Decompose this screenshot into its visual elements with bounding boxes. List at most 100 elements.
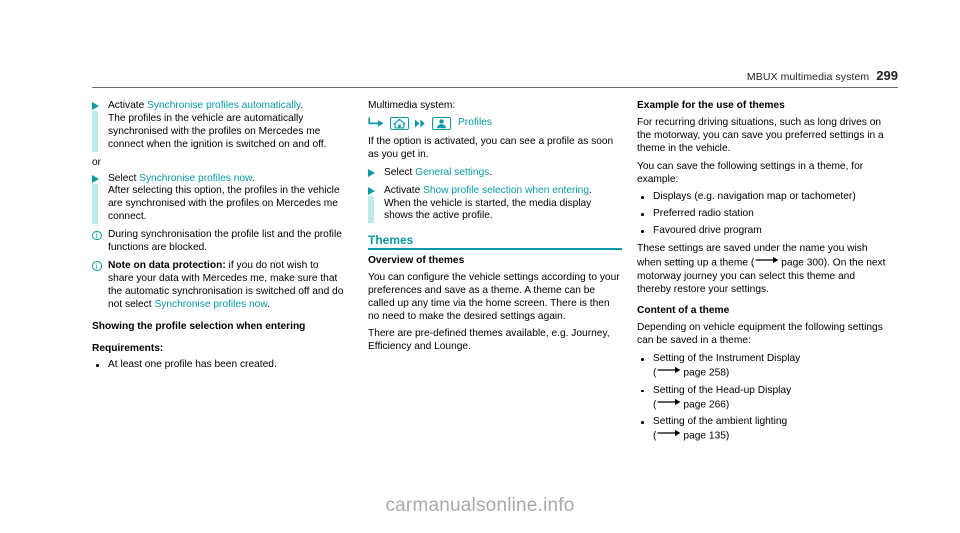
- step-activate-show-profile-selection: Activate Show profile selection when ent…: [368, 185, 622, 224]
- step-text: Activate Show profile selection when ent…: [384, 185, 622, 224]
- heading-showing-profile-selection: Showing the profile selection when enter…: [92, 320, 306, 332]
- bullet-icon: [641, 421, 644, 424]
- heading-requirements: Requirements:: [92, 342, 164, 354]
- step-lead: Select: [108, 172, 140, 184]
- bullet-icon: [641, 213, 644, 216]
- list-item-page-ref[interactable]: page 266: [683, 399, 726, 410]
- content-intro-text: Depending on vehicle equipment the follo…: [637, 322, 883, 347]
- predefined-themes-text: There are pre-defined themes available, …: [368, 328, 610, 353]
- note-body-after: .: [267, 298, 270, 310]
- multimedia-system-label: Multimedia system:: [368, 100, 456, 111]
- save-intro-text: You can save the following settings in a…: [637, 160, 864, 185]
- step-body: When the vehicle is started, the media d…: [384, 197, 592, 222]
- page-body: Activate Synchronise profiles automatica…: [92, 100, 902, 500]
- list-item-label: Setting of the ambient lighting: [653, 416, 788, 428]
- cross-reference-arrow-icon: [657, 429, 681, 442]
- header-line: MBUX multimedia system 299: [92, 68, 898, 83]
- menu-option-show-profile-selection[interactable]: Show profile selection when entering: [423, 185, 589, 196]
- action-triangle-icon: [92, 102, 99, 110]
- cross-reference-arrow-icon: [755, 256, 779, 269]
- step-lead-punct: .: [300, 100, 304, 111]
- list-item-page-ref[interactable]: page 135: [683, 431, 726, 442]
- step-lead: Activate: [384, 184, 424, 196]
- saveable-settings-list: Displays (e.g. navigation map or tachome…: [637, 191, 891, 238]
- step-select-sync-now: Select Synchronise profiles now. After se…: [92, 173, 346, 225]
- action-triangle-icon: [368, 186, 375, 195]
- step-select-general-settings: Select General settings.: [368, 167, 622, 180]
- home-icon: [390, 116, 409, 130]
- column-right: Example for the use of themes For recurr…: [637, 100, 891, 449]
- note-text: Note on data protection: if you do not w…: [108, 260, 343, 310]
- list-item-label: At least one profile has been created.: [108, 359, 277, 371]
- list-item-page-ref[interactable]: page 258: [683, 368, 726, 379]
- heading-overview-of-themes: Overview of themes: [368, 254, 465, 266]
- step-accent-bar: [92, 183, 98, 225]
- list-item: Setting of the ambient lighting(page 135…: [637, 416, 891, 443]
- section-heading-themes: Themes: [368, 233, 414, 248]
- action-triangle-icon: [92, 174, 99, 183]
- action-triangle-icon: [368, 168, 375, 177]
- saved-page-ref[interactable]: page 300: [781, 258, 824, 269]
- step-lead-punct: .: [589, 184, 592, 196]
- menu-option-synchronise-now[interactable]: Synchronise profiles now: [154, 299, 267, 310]
- info-icon: [92, 230, 102, 241]
- person-icon: [432, 116, 451, 130]
- list-item-label: Setting of the Head-up Display: [653, 384, 792, 396]
- step-accent-bar: [92, 111, 98, 152]
- example-body-text: For recurring driving situations, such a…: [637, 116, 884, 154]
- heading-example-use-of-themes: Example for the use of themes: [637, 100, 785, 111]
- page-number: 299: [876, 68, 898, 83]
- info-icon: [92, 261, 102, 271]
- overview-body-text: You can configure the vehicle settings a…: [368, 271, 620, 322]
- cross-reference-arrow-icon: [657, 366, 681, 379]
- cross-reference-arrow-icon: [657, 398, 681, 411]
- bullet-icon: [641, 389, 644, 393]
- heading-content-of-a-theme: Content of a theme: [637, 305, 730, 317]
- list-item: Displays (e.g. navigation map or tachome…: [637, 191, 891, 204]
- note-data-protection: Note on data protection: if you do not w…: [92, 260, 346, 312]
- menu-path: Profiles: [368, 116, 622, 131]
- section-divider: [368, 248, 622, 250]
- profile-intro-text: If the option is activated, you can see …: [368, 135, 614, 160]
- list-item: Favoured drive program: [637, 225, 891, 238]
- list-item-label: Displays (e.g. navigation map or tachome…: [653, 191, 856, 203]
- theme-content-list: Setting of the Instrument Display(page 2…: [637, 353, 891, 443]
- step-text: Select Synchronise profiles now. After se…: [108, 173, 346, 225]
- bullet-icon: [641, 230, 644, 233]
- step-lead: Select: [384, 166, 416, 178]
- double-chevron-icon: [414, 118, 427, 129]
- header-divider: [92, 87, 898, 88]
- menu-option-synchronise-auto[interactable]: Synchronise profiles automatically: [147, 100, 300, 111]
- page-header: MBUX multimedia system 299: [92, 68, 898, 83]
- requirements-list: At least one profile has been created.: [92, 359, 346, 372]
- step-lead-punct: .: [251, 172, 255, 184]
- bullet-icon: [96, 364, 99, 367]
- watermark: carmanualsonline.info: [385, 495, 575, 516]
- step-activate-auto-sync: Activate Synchronise profiles automatica…: [92, 100, 346, 152]
- note-bold-lead: Note on data protection:: [108, 259, 226, 271]
- menu-option-synchronise-now[interactable]: Synchronise profiles now: [139, 173, 252, 184]
- themes-section: Themes Overview of themes You can config…: [368, 233, 622, 354]
- note-synchronisation: During synchronisation the profile list …: [92, 229, 346, 255]
- step-body: The profiles in the vehicle are automati…: [108, 112, 327, 150]
- list-item: Preferred radio station: [637, 208, 891, 221]
- bullet-icon: [641, 358, 644, 361]
- list-item: Setting of the Instrument Display(page 2…: [637, 353, 891, 380]
- step-lead-punct: .: [489, 166, 493, 178]
- step-text: Activate Synchronise profiles automatica…: [108, 100, 346, 152]
- step-body: After selecting this option, the profile…: [108, 185, 340, 223]
- note-text: During synchronisation the profile list …: [108, 229, 342, 254]
- hooked-arrow-icon: [368, 117, 385, 129]
- step-text: Select General settings.: [384, 167, 622, 180]
- list-item: Setting of the Head-up Display(page 266): [637, 385, 891, 412]
- list-item-label: Favoured drive program: [653, 225, 762, 237]
- step-accent-bar: [368, 195, 374, 224]
- list-item-label: Setting of the Instrument Display: [653, 353, 801, 365]
- or-label: or: [92, 156, 102, 168]
- saved-under-name-text: These settings are saved under the name …: [637, 243, 891, 296]
- list-item-label: Preferred radio station: [653, 208, 754, 220]
- page-title: MBUX multimedia system: [746, 71, 870, 83]
- menu-option-general-settings[interactable]: General settings: [415, 167, 489, 178]
- menu-path-label[interactable]: Profiles: [458, 117, 492, 130]
- column-middle: Multimedia system: Profiles If the optio…: [368, 100, 622, 359]
